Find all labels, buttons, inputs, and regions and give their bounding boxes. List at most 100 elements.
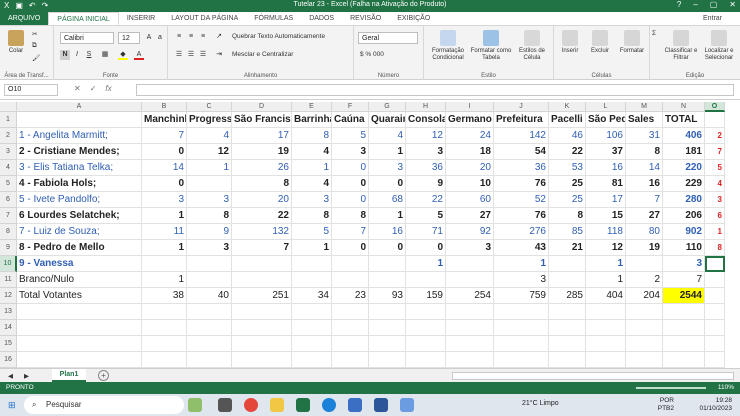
cell-n2[interactable]: 406 [663,128,705,144]
cell-b7[interactable]: 1 [142,208,187,224]
cell-f15[interactable] [332,336,369,352]
cell-e15[interactable] [292,336,332,352]
cell-j7[interactable]: 76 [494,208,549,224]
cell-g13[interactable] [369,304,406,320]
cell-h5[interactable]: 9 [406,176,446,192]
cell-e12[interactable]: 34 [292,288,332,304]
spreadsheet-grid[interactable]: ABCDEFGHIJKLMNO 1 ManchinhaProgressoSão Fr… [0,102,740,368]
cell-o3[interactable]: 7 [705,144,725,160]
cell-b16[interactable] [142,352,187,368]
grow-font-icon[interactable]: A [144,33,154,43]
cell-e6[interactable]: 3 [292,192,332,208]
cell-d7[interactable]: 22 [232,208,292,224]
cell-l14[interactable] [586,320,626,336]
cell-g9[interactable]: 0 [369,240,406,256]
row-header-7[interactable]: 7 [0,208,17,224]
cell-l3[interactable]: 37 [586,144,626,160]
tab-data[interactable]: DADOS [301,12,342,25]
cell-i5[interactable]: 10 [446,176,494,192]
cell-c11[interactable] [187,272,232,288]
cell-l15[interactable] [586,336,626,352]
cell-i1[interactable]: Germano [446,112,494,128]
paste-button[interactable]: Colar [4,30,28,55]
font-color-icon[interactable]: A [134,50,144,60]
cell-d5[interactable]: 8 [232,176,292,192]
cell-h12[interactable]: 159 [406,288,446,304]
row-header-12[interactable]: 12 [0,288,17,304]
cell-h2[interactable]: 12 [406,128,446,144]
row-header-5[interactable]: 5 [0,176,17,192]
cell-n14[interactable] [663,320,705,336]
cell-b15[interactable] [142,336,187,352]
cell-g12[interactable]: 93 [369,288,406,304]
cell-g6[interactable]: 68 [369,192,406,208]
cell-b5[interactable]: 0 [142,176,187,192]
column-header-a[interactable]: A [17,102,142,112]
font-size-select[interactable]: 12 [118,32,140,44]
cell-n3[interactable]: 181 [663,144,705,160]
cell-g15[interactable] [369,336,406,352]
cell-f12[interactable]: 23 [332,288,369,304]
zoom-level[interactable]: 110% [718,384,734,391]
cell-g16[interactable] [369,352,406,368]
cell-n6[interactable]: 280 [663,192,705,208]
chrome-icon[interactable] [244,398,258,412]
cell-n5[interactable]: 229 [663,176,705,192]
number-format-select[interactable]: Geral [358,32,418,44]
cell-n4[interactable]: 220 [663,160,705,176]
tab-insert[interactable]: INSERIR [119,12,163,25]
cell-a15[interactable] [17,336,142,352]
cell-f1[interactable]: Caúna [332,112,369,128]
cell-l11[interactable]: 1 [586,272,626,288]
sort-filter-button[interactable]: Classificar e Filtrar [664,30,698,62]
cell-d2[interactable]: 17 [232,128,292,144]
cell-m7[interactable]: 27 [626,208,663,224]
cell-b9[interactable]: 1 [142,240,187,256]
row-header-16[interactable]: 16 [0,352,17,368]
cell-f7[interactable]: 8 [332,208,369,224]
horizontal-scrollbar[interactable] [452,372,734,380]
cell-h14[interactable] [406,320,446,336]
italic-button[interactable]: I [72,50,82,60]
cell-j9[interactable]: 43 [494,240,549,256]
cell-j5[interactable]: 76 [494,176,549,192]
cell-b1[interactable]: Manchinha [142,112,187,128]
format-cells-button[interactable]: Formatar [616,30,648,55]
cell-k3[interactable]: 22 [549,144,586,160]
cell-i15[interactable] [446,336,494,352]
cell-c5[interactable] [187,176,232,192]
cell-o16[interactable] [705,352,725,368]
cell-l7[interactable]: 15 [586,208,626,224]
minimize-icon[interactable]: – [693,0,697,9]
cell-m16[interactable] [626,352,663,368]
tab-file[interactable]: ARQUIVO [0,12,49,25]
row-header-9[interactable]: 9 [0,240,17,256]
cell-b4[interactable]: 14 [142,160,187,176]
find-select-button[interactable]: Localizar e Selecionar [700,30,738,62]
cell-j1[interactable]: Prefeitura [494,112,549,128]
underline-button[interactable]: S [84,50,94,60]
cell-a11[interactable]: Branco/Nulo [17,272,142,288]
column-header-g[interactable]: G [369,102,406,112]
cell-e9[interactable]: 1 [292,240,332,256]
row-header-14[interactable]: 14 [0,320,17,336]
cell-a8[interactable]: 7 - Luiz de Souza; [17,224,142,240]
cell-m3[interactable]: 8 [626,144,663,160]
format-table-button[interactable]: Formatar como Tabela [470,30,512,62]
cell-o13[interactable] [705,304,725,320]
cell-m2[interactable]: 31 [626,128,663,144]
cell-k10[interactable] [549,256,586,272]
borders-icon[interactable]: ▦ [100,50,110,60]
cell-i4[interactable]: 20 [446,160,494,176]
cell-e5[interactable]: 4 [292,176,332,192]
mail-icon[interactable] [348,398,362,412]
close-icon[interactable]: ✕ [729,0,736,9]
tab-home[interactable]: PÁGINA INICIAL [48,12,119,25]
cell-e16[interactable] [292,352,332,368]
tab-view[interactable]: EXIBIÇÃO [389,12,438,25]
fill-color-icon[interactable]: ◆ [118,50,128,60]
word-icon[interactable] [374,398,388,412]
cell-c7[interactable]: 8 [187,208,232,224]
cell-a13[interactable] [17,304,142,320]
cell-c8[interactable]: 9 [187,224,232,240]
